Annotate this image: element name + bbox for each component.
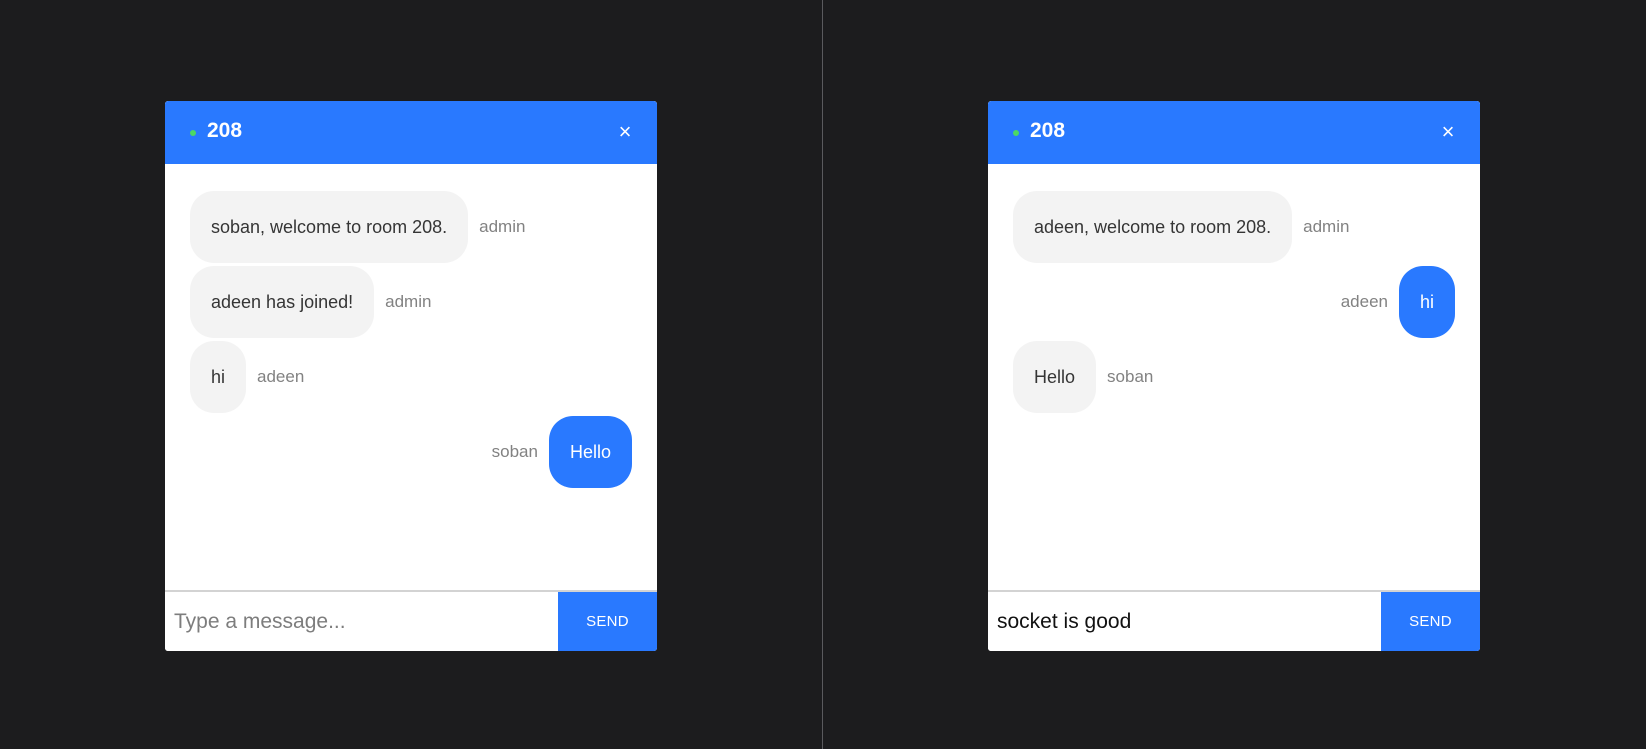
message-sender: admin: [1303, 217, 1350, 236]
message-item: hi adeen: [1341, 266, 1455, 338]
close-button[interactable]: ×: [1438, 118, 1458, 146]
message-input[interactable]: [988, 592, 1381, 651]
message-sender: adeen: [1340, 292, 1388, 311]
message-bubble: soban, welcome to room 208.: [190, 191, 469, 263]
message-sender: admin: [479, 217, 526, 236]
message-item: Hello soban: [492, 416, 632, 488]
online-status-icon: [190, 130, 196, 136]
message-list: soban, welcome to room 208. admin adeen …: [165, 164, 657, 589]
chat-header: 208 ×: [165, 101, 657, 164]
left-pane: 208 × soban, welcome to room 208. admin …: [0, 0, 822, 749]
message-item: adeen has joined! admin: [190, 266, 431, 338]
message-bubble: hi: [1398, 266, 1455, 338]
close-button[interactable]: ×: [615, 118, 635, 146]
message-item: Hello soban: [1013, 341, 1153, 413]
room-title: 208: [207, 119, 243, 142]
message-item: adeen, welcome to room 208. admin: [1013, 191, 1349, 263]
message-sender: soban: [1107, 367, 1154, 386]
message-bubble: adeen has joined!: [190, 266, 375, 338]
message-bubble: adeen, welcome to room 208.: [1013, 191, 1293, 263]
message-sender: admin: [385, 292, 432, 311]
message-bubble: hi: [190, 341, 247, 413]
message-item: soban, welcome to room 208. admin: [190, 191, 525, 263]
message-input[interactable]: [165, 592, 558, 651]
message-composer: SEND: [988, 590, 1480, 651]
message-sender: adeen: [257, 367, 305, 386]
chat-window: 208 × soban, welcome to room 208. admin …: [165, 101, 657, 651]
chat-window: 208 × adeen, welcome to room 208. admin …: [988, 101, 1480, 651]
room-title: 208: [1030, 119, 1066, 142]
chat-header: 208 ×: [988, 101, 1480, 164]
send-button[interactable]: SEND: [1381, 592, 1480, 651]
send-button[interactable]: SEND: [558, 592, 657, 651]
message-composer: SEND: [165, 590, 657, 651]
message-sender: soban: [491, 442, 538, 461]
right-pane: 208 × adeen, welcome to room 208. admin …: [823, 0, 1645, 749]
message-list: adeen, welcome to room 208. admin hi ade…: [988, 164, 1480, 589]
message-bubble: Hello: [548, 416, 632, 488]
online-status-icon: [1013, 130, 1019, 136]
message-item: hi adeen: [190, 341, 304, 413]
message-bubble: Hello: [1013, 341, 1097, 413]
